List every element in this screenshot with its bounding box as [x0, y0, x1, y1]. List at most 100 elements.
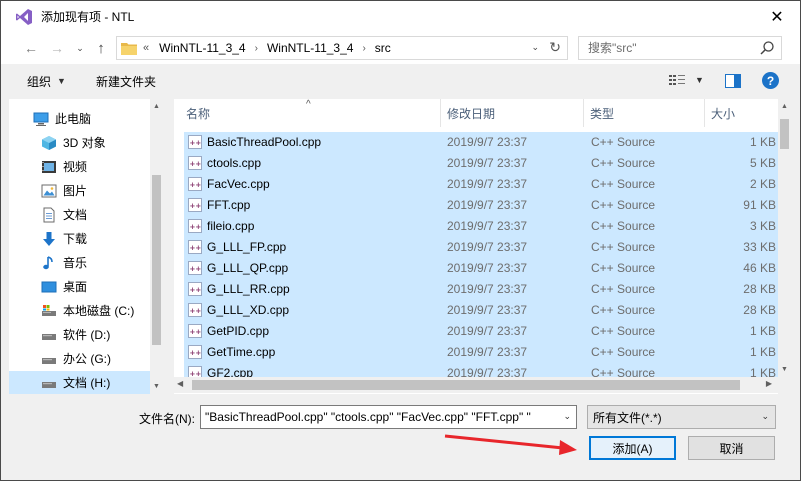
cancel-button[interactable]: 取消 [688, 436, 775, 460]
sidebar-item-label: 办公 (G:) [63, 352, 111, 366]
sidebar-item-videos[interactable]: 视频 [9, 155, 150, 178]
file-type: C++ Source [591, 324, 656, 338]
forward-button[interactable]: → [45, 36, 69, 60]
breadcrumb-item[interactable]: WinNTL-11_3_4 [159, 41, 245, 55]
scroll-left-icon[interactable]: ◀ [177, 379, 183, 388]
column-header-type[interactable]: 类型 [590, 99, 704, 127]
sidebar-item-label: 软件 (D:) [63, 328, 111, 342]
file-size: 1 KB [749, 324, 776, 338]
sidebar-item-drive-d[interactable]: 软件 (D:) [9, 323, 150, 346]
file-type: C++ Source [591, 135, 656, 149]
filename-label: 文件名(N): [139, 412, 195, 426]
navigation-pane-scrollbar[interactable]: ▲ ▼ [150, 99, 163, 394]
pictures-icon [41, 184, 57, 197]
scroll-up-icon[interactable]: ▲ [150, 103, 163, 110]
file-size: 28 KB [743, 282, 776, 296]
scrollbar-thumb[interactable] [192, 380, 740, 390]
sidebar-item-documents[interactable]: 文档 [9, 203, 150, 226]
scroll-down-icon[interactable]: ▼ [778, 366, 791, 373]
column-header-date[interactable]: 修改日期 [447, 99, 581, 127]
file-list[interactable]: 名称 ^ 修改日期 类型 大小 ++ BasicThreadPool.cpp 201… [174, 99, 778, 394]
details-view-icon[interactable] [669, 74, 685, 88]
search-icon[interactable] [759, 40, 775, 56]
system-drive-icon [42, 304, 56, 316]
sidebar-item-label: 3D 对象 [63, 136, 106, 150]
svg-text:++: ++ [190, 181, 202, 189]
table-row[interactable]: ++ BasicThreadPool.cpp 2019/9/7 23:37 C++ S… [184, 132, 778, 153]
file-name: ctools.cpp [207, 156, 262, 170]
table-row[interactable]: ++ FFT.cpp 2019/9/7 23:37 C++ Source 91 KB [184, 195, 778, 216]
back-button[interactable]: ← [19, 36, 43, 60]
scrollbar-thumb[interactable] [152, 175, 161, 345]
breadcrumb-item[interactable]: WinNTL-11_3_4 [267, 41, 353, 55]
caret-down-icon: ▼ [57, 76, 66, 86]
file-list-horizontal-scrollbar[interactable]: ◀ ▶ [174, 377, 778, 393]
table-row[interactable]: ++ G_LLL_FP.cpp 2019/9/7 23:37 C++ Source 33… [184, 237, 778, 258]
download-icon [43, 231, 55, 246]
chevron-down-icon[interactable]: ⌄ [563, 411, 571, 422]
filename-input[interactable] [205, 407, 555, 427]
search-input[interactable] [588, 38, 758, 58]
scroll-right-icon[interactable]: ▶ [766, 379, 772, 388]
table-row[interactable]: ++ GetTime.cpp 2019/9/7 23:37 C++ Source 1 K… [184, 342, 778, 363]
chevron-down-icon: ⌄ [76, 42, 84, 53]
column-divider[interactable] [704, 99, 705, 127]
new-folder-button[interactable]: 新建文件夹 [96, 73, 156, 90]
cpp-file-icon: ++ [188, 219, 202, 233]
sidebar-item-music[interactable]: 音乐 [9, 251, 150, 274]
breadcrumb-separator-icon[interactable]: › [362, 43, 365, 54]
add-button[interactable]: 添加(A) [589, 436, 676, 460]
column-divider[interactable] [440, 99, 441, 127]
title-bar: 添加现有项 - NTL ✕ [1, 1, 800, 32]
scroll-up-icon[interactable]: ▲ [778, 103, 791, 110]
table-row[interactable]: ++ ctools.cpp 2019/9/7 23:37 C++ Source 5 KB [184, 153, 778, 174]
close-button[interactable]: ✕ [754, 1, 800, 32]
table-row[interactable]: ++ G_LLL_QP.cpp 2019/9/7 23:37 C++ Source 46… [184, 258, 778, 279]
column-header-name[interactable]: 名称 [186, 99, 440, 127]
navigation-pane[interactable]: 此电脑 3D 对象 视频 图片 文档 下载 音乐 桌面 本地磁盘 (C:) 软件… [9, 99, 163, 394]
scroll-down-icon[interactable]: ▼ [150, 383, 163, 390]
table-row[interactable]: ++ FacVec.cpp 2019/9/7 23:37 C++ Source 2 KB [184, 174, 778, 195]
recent-locations-button[interactable]: ⌄ [73, 36, 87, 60]
organize-menu[interactable]: 组织 ▼ [27, 73, 66, 90]
filename-combobox[interactable]: ⌄ [200, 405, 577, 429]
breadcrumb-overflow[interactable]: « [143, 42, 149, 54]
table-row[interactable]: ++ G_LLL_XD.cpp 2019/9/7 23:37 C++ Source 28… [184, 300, 778, 321]
scrollbar-thumb[interactable] [780, 119, 789, 149]
table-row[interactable]: ++ G_LLL_RR.cpp 2019/9/7 23:37 C++ Source 28… [184, 279, 778, 300]
table-row[interactable]: ++ GetPID.cpp 2019/9/7 23:37 C++ Source 1 KB [184, 321, 778, 342]
address-history-dropdown[interactable]: ⌄ [531, 42, 539, 53]
search-box[interactable] [578, 36, 782, 60]
sidebar-item-drive-c[interactable]: 本地磁盘 (C:) [9, 299, 150, 322]
refresh-icon[interactable]: ↻ [549, 39, 561, 56]
up-button[interactable]: ↑ [89, 36, 113, 60]
sidebar-item-this-pc[interactable]: 此电脑 [9, 107, 150, 130]
sidebar-item-downloads[interactable]: 下载 [9, 227, 150, 250]
preview-pane-icon[interactable] [725, 74, 741, 88]
file-list-vertical-scrollbar[interactable]: ▲ ▼ [778, 99, 791, 377]
file-type: C++ Source [591, 156, 656, 170]
sidebar-item-pictures[interactable]: 图片 [9, 179, 150, 202]
column-header-size[interactable]: 大小 [711, 99, 771, 127]
file-modified-date: 2019/9/7 23:37 [447, 324, 528, 338]
file-name: FacVec.cpp [207, 177, 270, 191]
sidebar-item-3d-objects[interactable]: 3D 对象 [9, 131, 150, 154]
sidebar-item-drive-g[interactable]: 办公 (G:) [9, 347, 150, 370]
help-icon[interactable]: ? [762, 72, 779, 89]
file-type: C++ Source [591, 303, 656, 317]
sidebar-item-drive-h[interactable]: 文档 (H:) [9, 371, 150, 394]
sidebar-item-label: 本地磁盘 (C:) [63, 304, 135, 318]
cpp-file-icon: ++ [188, 198, 202, 212]
drive-icon [42, 357, 56, 364]
breadcrumb-item[interactable]: src [375, 41, 391, 55]
breadcrumb-separator-icon[interactable]: › [255, 43, 258, 54]
address-bar[interactable]: « WinNTL-11_3_4 › WinNTL-11_3_4 › src ⌄ … [116, 36, 568, 60]
table-row[interactable]: ++ fileio.cpp 2019/9/7 23:37 C++ Source 3 KB [184, 216, 778, 237]
file-size: 3 KB [749, 219, 776, 233]
view-options-dropdown[interactable]: ▼ [695, 75, 704, 85]
sidebar-item-desktop[interactable]: 桌面 [9, 275, 150, 298]
file-modified-date: 2019/9/7 23:37 [447, 240, 528, 254]
file-name: G_LLL_XD.cpp [207, 303, 290, 317]
column-divider[interactable] [583, 99, 584, 127]
file-type-filter[interactable]: 所有文件(*.*) ⌄ [587, 405, 776, 429]
